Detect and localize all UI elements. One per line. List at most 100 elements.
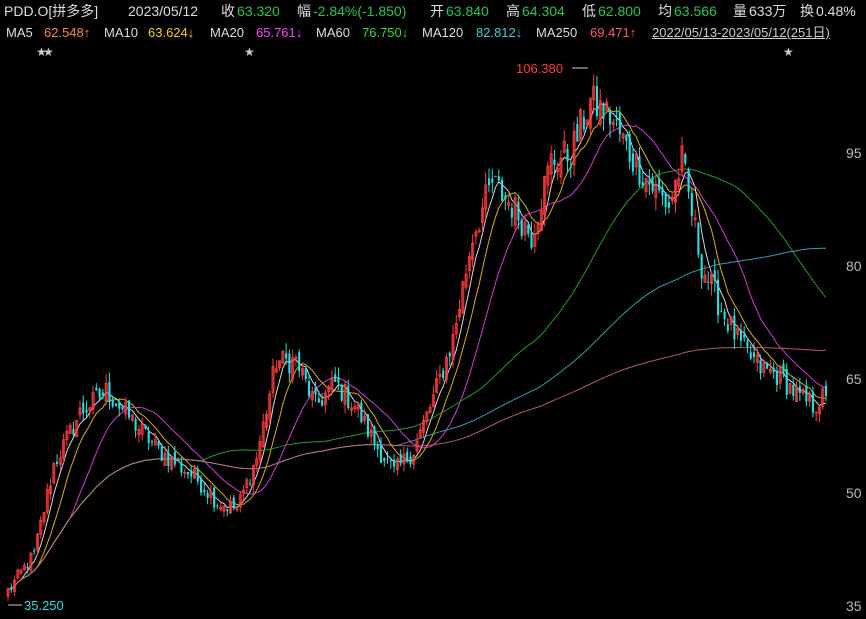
candle [700,253,703,289]
candle [366,413,369,439]
candle [412,454,416,470]
ma120-line [7,247,826,590]
date-range-link[interactable]: 2022/05/13-2023/05/12(251日) [652,22,830,44]
candle-body [147,431,150,444]
volume-label: 量 [733,3,747,19]
candle-body [566,148,569,162]
kline-chart[interactable]: 9580655035 106.38035.250 ★★ ★ ★ [0,0,866,619]
y-tick-label: 65 [846,371,862,387]
candle-body [576,124,579,142]
candle [310,386,314,408]
candle-body [494,175,497,177]
candle-body [383,458,386,462]
candle-body [501,179,504,201]
candle [140,417,144,441]
candle [579,107,583,142]
candle [222,505,226,518]
candle [739,323,742,347]
candle [549,145,553,185]
candle-body [504,195,507,199]
ma60-line [7,168,827,590]
candle [795,381,799,402]
candle [343,381,347,414]
candle [232,494,235,511]
price-annotations: 106.380 35.250 [8,61,588,613]
event-star-icon[interactable]: ★ [43,45,54,59]
ma5-value: 62.548↑ [44,25,91,40]
candle-body [249,483,252,485]
candle [684,152,687,166]
candle [58,450,62,470]
event-markers: ★★ ★ ★ [36,45,794,59]
candle-body [618,112,621,135]
candle-body [553,159,556,165]
candle [651,173,654,195]
open-value: 63.840 [446,3,489,19]
ma120-value: 82.812↓ [476,25,523,40]
candle [801,387,805,397]
candle [321,393,324,407]
candle [42,511,46,527]
candle-body [10,587,13,590]
candle-body [321,400,324,406]
candle-body [667,201,671,208]
symbol[interactable]: PDD.O[拼多多] [4,0,98,22]
candle [733,308,736,350]
candle [206,489,209,504]
candle [249,479,252,487]
event-star-icon[interactable]: ★ [244,45,255,59]
candle-body [190,470,193,477]
candle-body [448,352,451,357]
candle-body [232,497,235,509]
candle [402,446,406,472]
candle [805,379,808,407]
candle-body [527,224,530,234]
low-label: 低 [582,3,596,19]
candle [150,439,154,447]
candle [559,150,563,185]
candle [39,515,43,539]
period-high-label: 106.380 [516,61,563,76]
candle-body [487,178,491,186]
candle [242,484,246,500]
candle [592,74,596,114]
candle [664,192,667,215]
candle-body [615,119,618,121]
quote-date: 2023/05/12 [128,3,199,19]
candle [271,358,275,399]
candle [209,484,213,505]
event-star-icon[interactable]: ★ [783,45,794,59]
candle [65,425,69,446]
candle [216,503,219,510]
candle [196,465,199,485]
candle [229,495,232,515]
candle [379,437,383,463]
candle-body [334,374,337,382]
candle [91,386,95,415]
candle-body [785,368,788,395]
candle [134,416,137,438]
candle [491,169,494,194]
candle [356,402,360,419]
candle [454,314,458,340]
candle [291,349,295,384]
candle [658,169,661,194]
candle-body [226,509,229,511]
candle [501,176,504,202]
candle-body [285,353,288,359]
candle-body [304,367,307,380]
candle-body [144,424,147,429]
candle-body [111,399,114,407]
candle [720,302,723,313]
candle-body [118,402,121,409]
high-label: 高 [506,3,520,19]
candle [82,395,85,420]
candle-body [720,311,723,313]
candle [45,483,49,516]
candle [566,144,569,174]
candle-body [393,459,396,467]
candle [16,568,20,579]
candle [278,360,282,372]
candle [186,471,190,479]
candle [562,130,566,155]
